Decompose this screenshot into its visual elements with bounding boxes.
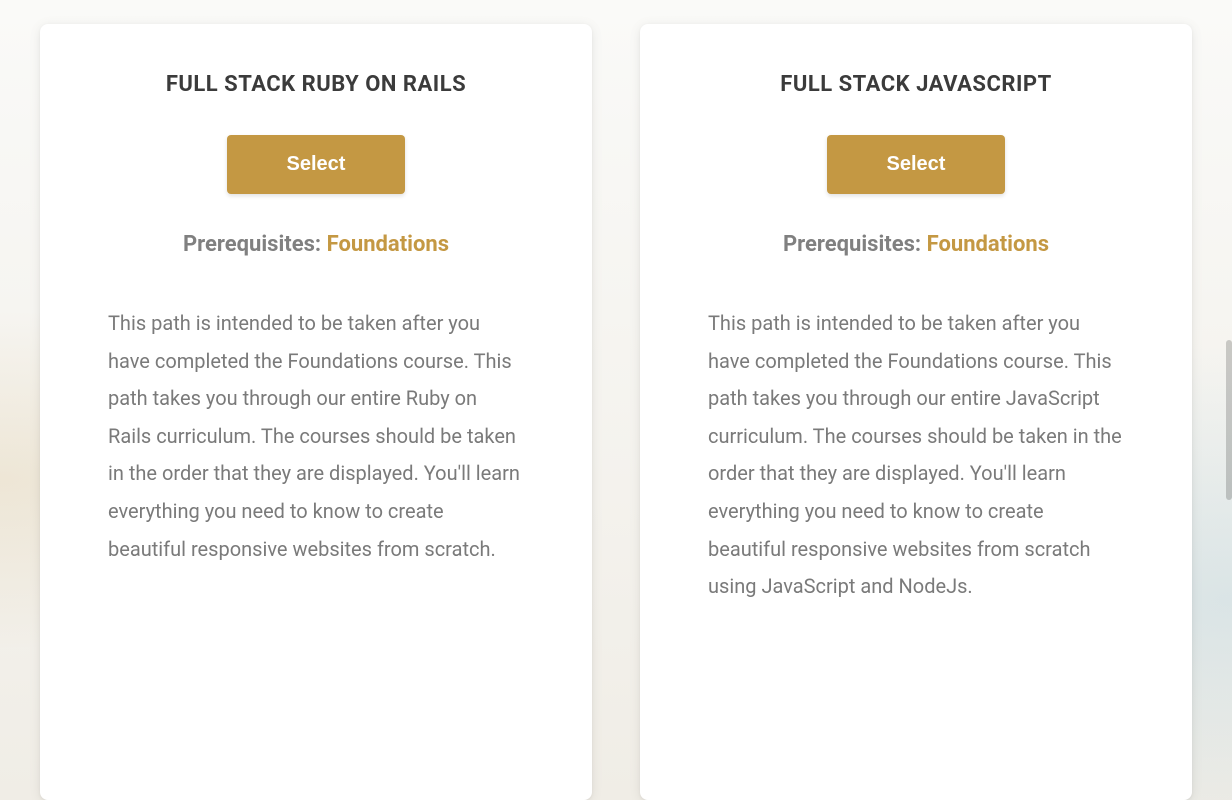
prereq-label: Prerequisites: (183, 232, 327, 257)
select-button-ruby[interactable]: Select (227, 135, 406, 194)
prereq-link-foundations[interactable]: Foundations (327, 232, 449, 257)
select-button-javascript[interactable]: Select (827, 135, 1006, 194)
path-description: This path is intended to be taken after … (708, 305, 1124, 606)
path-title: FULL STACK RUBY ON RAILS (166, 72, 466, 97)
path-title: FULL STACK JAVASCRIPT (780, 72, 1051, 97)
path-description: This path is intended to be taken after … (108, 305, 524, 568)
prereq-link-foundations[interactable]: Foundations (927, 232, 1049, 257)
prerequisites-line: Prerequisites: Foundations (783, 232, 1049, 257)
scrollbar-thumb[interactable] (1226, 340, 1232, 500)
prereq-label: Prerequisites: (783, 232, 927, 257)
scrollbar[interactable] (1226, 340, 1232, 500)
path-card-ruby: FULL STACK RUBY ON RAILS Select Prerequi… (40, 24, 592, 800)
prerequisites-line: Prerequisites: Foundations (183, 232, 449, 257)
path-card-javascript: FULL STACK JAVASCRIPT Select Prerequisit… (640, 24, 1192, 800)
paths-container: FULL STACK RUBY ON RAILS Select Prerequi… (0, 0, 1232, 800)
